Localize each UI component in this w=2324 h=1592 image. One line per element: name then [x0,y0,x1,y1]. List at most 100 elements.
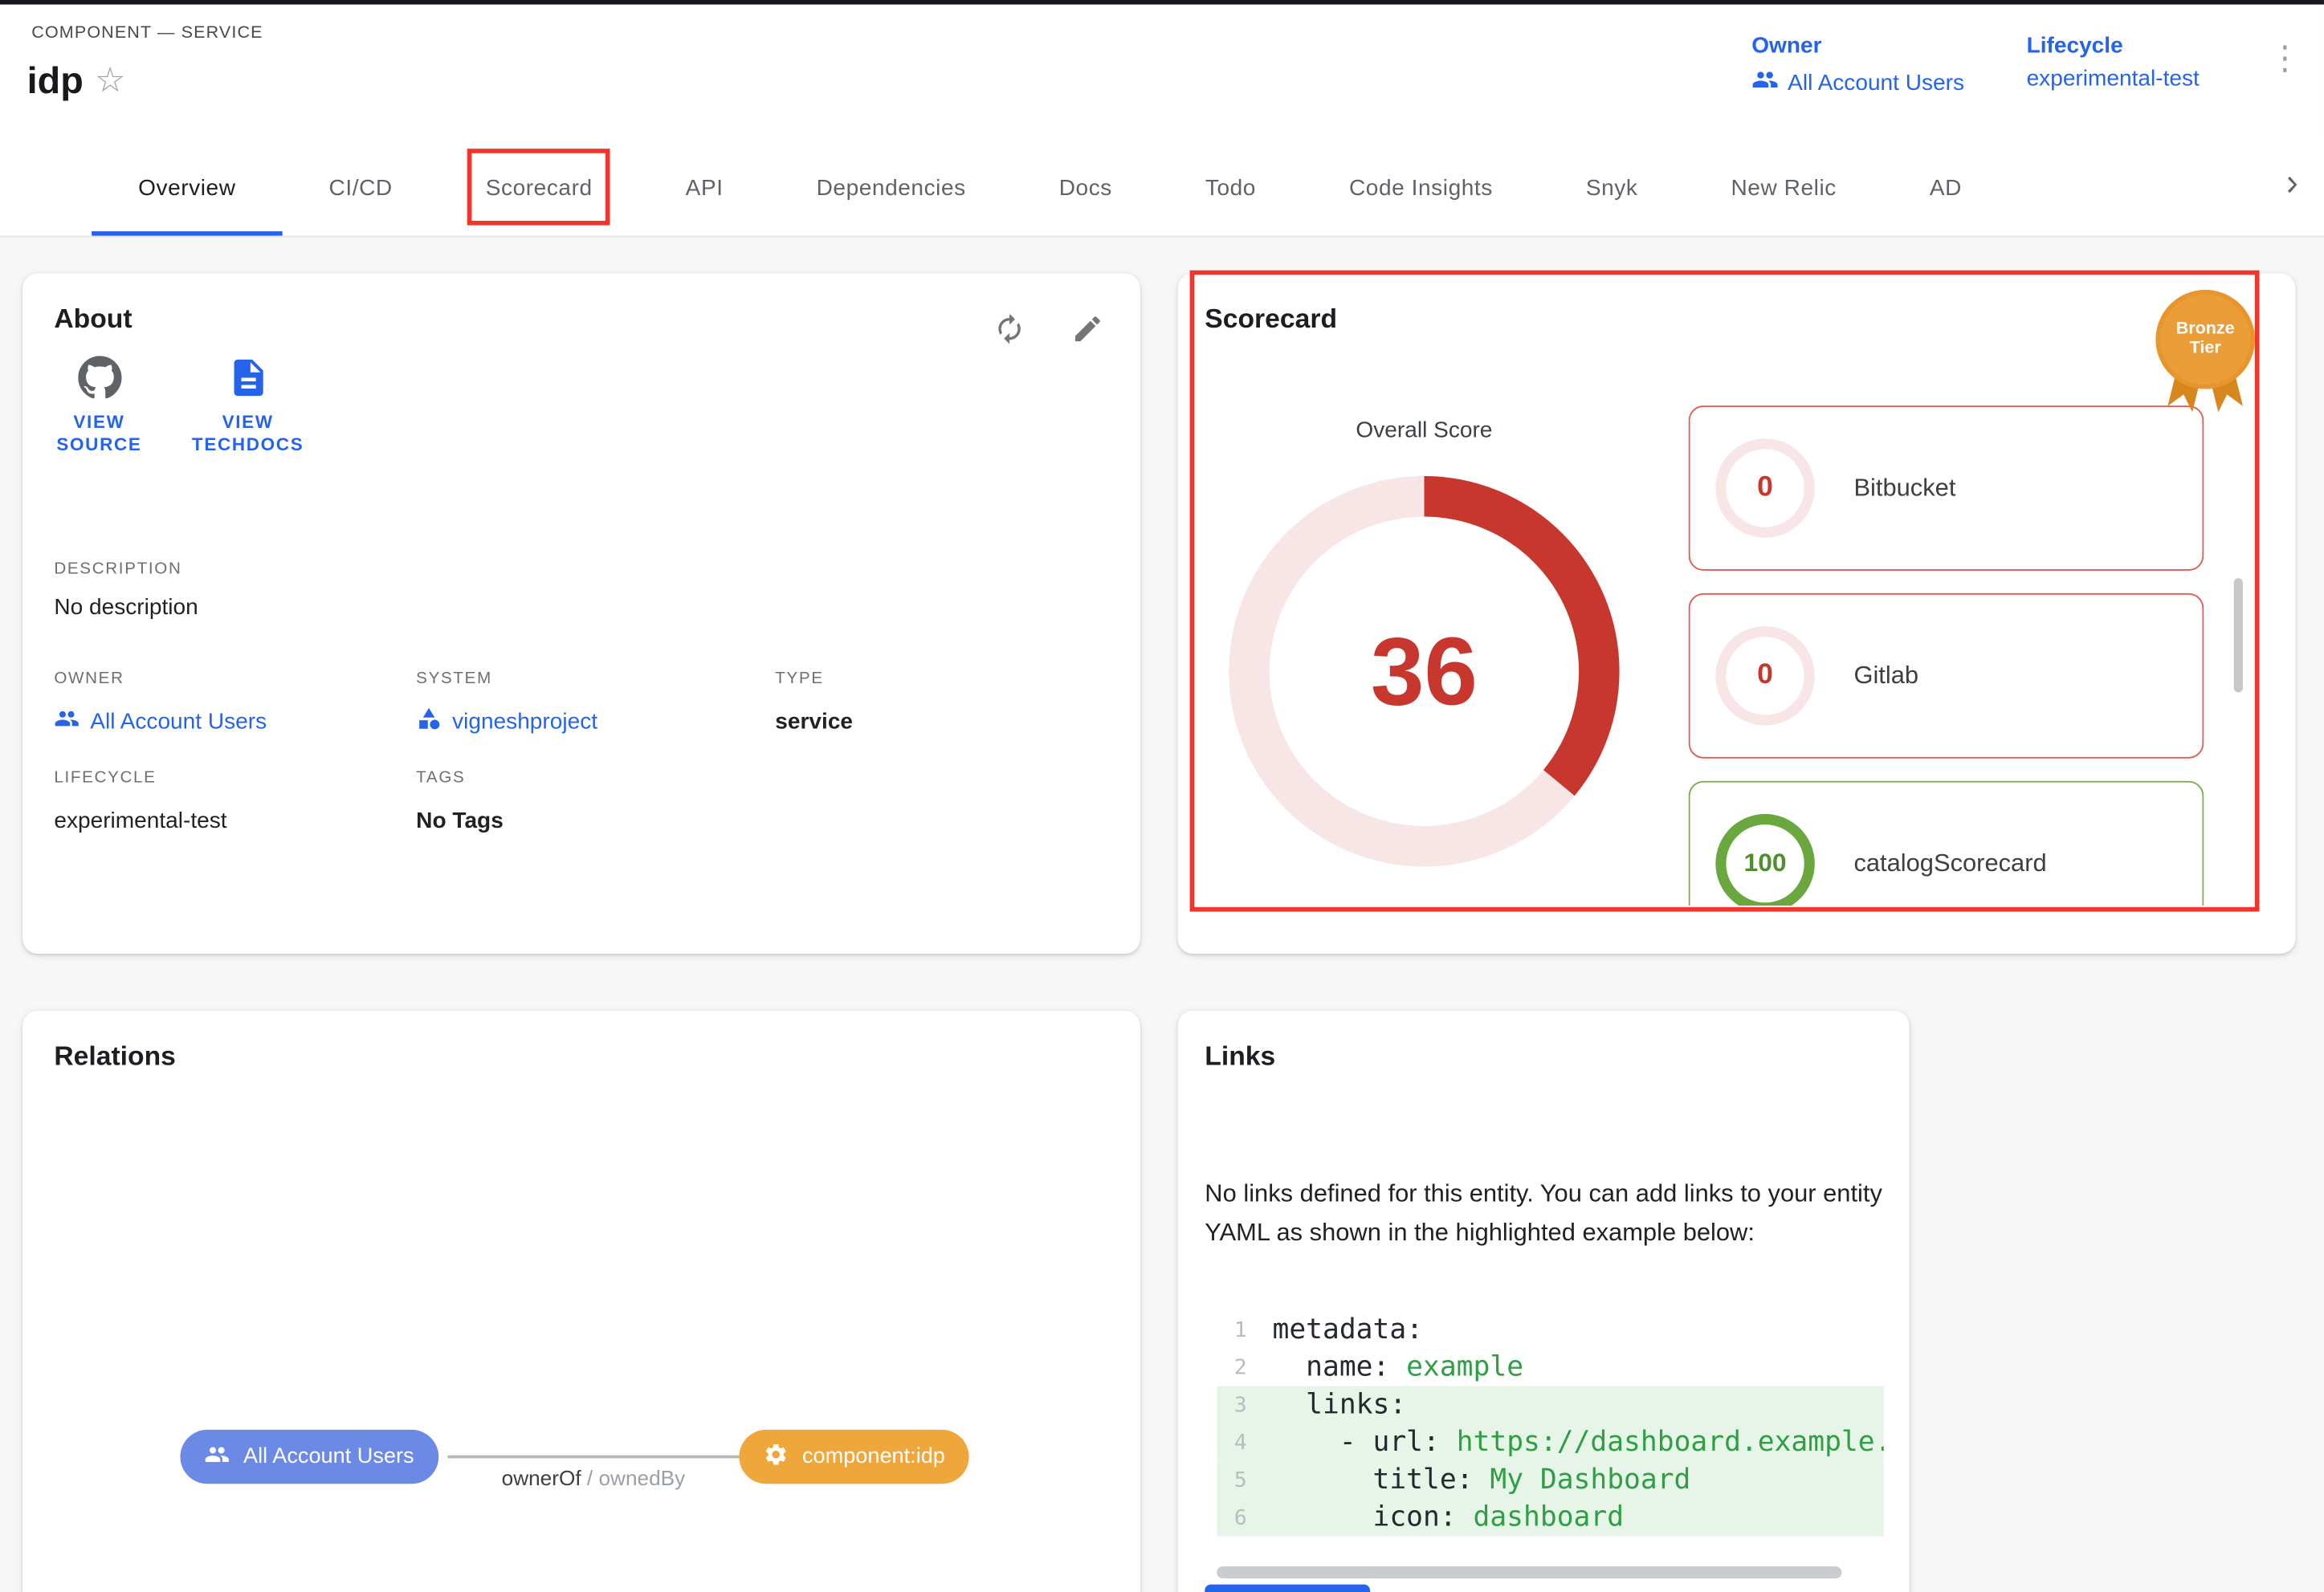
owner-field-link[interactable]: All Account Users [54,706,267,737]
system-field-value: vigneshproject [452,709,597,735]
tab-ad[interactable]: AD [1883,140,2008,236]
page-title: idp [27,60,84,104]
relation-edge [447,1456,739,1459]
scorecard-item-name: catalogScorecard [1853,849,2046,878]
owner-link[interactable]: All Account Users [1751,66,1964,99]
scorecard-list: 0 Bitbucket 0 Gitlab 100 catalogScorecard [1689,405,2204,906]
scorecard-item-name: Gitlab [1853,662,1918,690]
code-text: - url: https://dashboard.example.co [1272,1427,1883,1458]
links-title: Links [1205,1040,1275,1072]
scorecard-scrollbar[interactable] [2234,578,2243,692]
lifecycle-value-text: experimental-test [2027,66,2200,92]
tab-label: Overview [138,175,235,201]
more-options-icon[interactable]: ⋮ [2269,42,2302,75]
tab-dependencies[interactable]: Dependencies [770,140,1013,236]
view-techdocs-link[interactable]: VIEW TECHDOCS [185,356,311,456]
score-ring: 0 [1715,438,1814,537]
score-value: 0 [1757,659,1773,692]
system-field-link[interactable]: vigneshproject [416,706,597,737]
scorecard-card: Scorecard Bronze Tier Overall Score 36 0… [1178,273,2296,953]
relation-owned-by: / ownedBy [587,1466,685,1490]
about-title: About [54,303,132,335]
tab-code-insights[interactable]: Code Insights [1303,140,1539,236]
type-field-label: TYPE [775,670,824,687]
tab-docs[interactable]: Docs [1013,140,1159,236]
tab-label: Docs [1059,175,1112,201]
tab-api[interactable]: API [639,140,770,236]
tab-new-relic[interactable]: New Relic [1684,140,1882,236]
edit-icon[interactable] [1071,312,1104,350]
type-field-value: service [775,709,853,735]
lifecycle-value: experimental-test [2027,66,2200,92]
tab-bar-items: Overview CI/CD Scorecard API Dependencies Doc… [0,140,2324,236]
code-text: links: [1272,1389,1406,1420]
code-horizontal-scrollbar[interactable] [1217,1566,1841,1578]
score-value: 0 [1757,471,1773,504]
scorecard-title: Scorecard [1205,303,1337,335]
code-text: metadata: [1272,1314,1423,1346]
refresh-icon[interactable] [993,312,1026,350]
system-icon [416,706,442,737]
lifecycle-field-value: experimental-test [54,808,226,833]
header-lifecycle-block: Lifecycle experimental-test [2027,33,2200,92]
owner-field-value: All Account Users [90,709,267,735]
relations-title: Relations [54,1040,176,1072]
relation-edge-label: ownerOf / ownedBy [416,1466,770,1490]
relation-owner-of: ownerOf [502,1466,581,1490]
tab-overview[interactable]: Overview [92,140,282,236]
chevron-right-icon [2276,168,2309,209]
about-card: About VIEW SOURCE VIEW TECHDOCS DESCRIPT… [22,273,1140,953]
scorecard-item-name: Bitbucket [1853,474,1955,503]
gear-icon [763,1441,789,1472]
tab-label: Dependencies [817,175,966,201]
relation-node-component[interactable]: component:idp [739,1430,968,1484]
favorite-star-icon[interactable]: ☆ [95,63,126,98]
line-number: 2 [1217,1355,1246,1379]
tags-field-label: TAGS [416,769,465,787]
group-icon [204,1441,230,1472]
scorecard-item[interactable]: 0 Bitbucket [1689,405,2204,571]
lifecycle-label: Lifecycle [2027,33,2200,59]
breadcrumb: COMPONENT — SERVICE [31,24,263,42]
tab-ci-cd[interactable]: CI/CD [283,140,439,236]
tab-label: AD [1930,175,1962,201]
description-value: No description [54,595,198,621]
code-line: 1metadata: [1217,1311,1884,1349]
code-text: name: example [1272,1352,1523,1383]
entity-header: COMPONENT — SERVICE idp ☆ Owner All Acco… [0,0,2324,140]
group-icon [1751,66,1779,99]
header-owner-block: Owner All Account Users [1751,33,1964,99]
relation-node-component-label: component:idp [802,1445,945,1469]
tab-bar: Overview CI/CD Scorecard API Dependencies Doc… [0,140,2324,238]
scorecard-item[interactable]: 0 Gitlab [1689,593,2204,759]
view-techdocs-label: VIEW TECHDOCS [185,412,311,457]
code-line: 5 title: My Dashboard [1217,1461,1884,1499]
window-top-border [0,0,2324,5]
tab-todo[interactable]: Todo [1159,140,1303,236]
relation-node-owner[interactable]: All Account Users [180,1430,438,1484]
tab-label: CI/CD [329,175,393,201]
tab-snyk[interactable]: Snyk [1539,140,1685,236]
code-line: 6 icon: dashboard [1217,1499,1884,1537]
code-text: title: My Dashboard [1272,1464,1690,1496]
tab-scorecard[interactable]: Scorecard [439,140,639,236]
code-line: 3 links: [1217,1386,1884,1424]
github-icon [77,356,120,404]
score-ring: 100 [1715,814,1814,906]
tab-label: New Relic [1731,175,1836,201]
view-source-label: VIEW SOURCE [36,412,162,457]
links-empty-text: No links defined for this entity. You ca… [1205,1174,1890,1252]
code-line: 2 name: example [1217,1349,1884,1386]
page: COMPONENT — SERVICE idp ☆ Owner All Acco… [0,0,2324,1592]
code-text: icon: dashboard [1272,1502,1624,1533]
view-source-link[interactable]: VIEW SOURCE [36,356,162,456]
owner-value: All Account Users [1788,70,1964,96]
scorecard-item[interactable]: 100 catalogScorecard [1689,781,2204,906]
tier-badge-label: Bronze Tier [2155,290,2254,389]
tabs-scroll-right-button[interactable] [2261,140,2324,236]
tab-label: Scorecard [486,175,593,201]
overall-score-label: Overall Score [1229,417,1619,443]
lifecycle-field-label: LIFECYCLE [54,769,156,787]
overall-score-donut: 36 [1229,476,1619,866]
links-card: Links No links defined for this entity. … [1178,1011,1910,1592]
